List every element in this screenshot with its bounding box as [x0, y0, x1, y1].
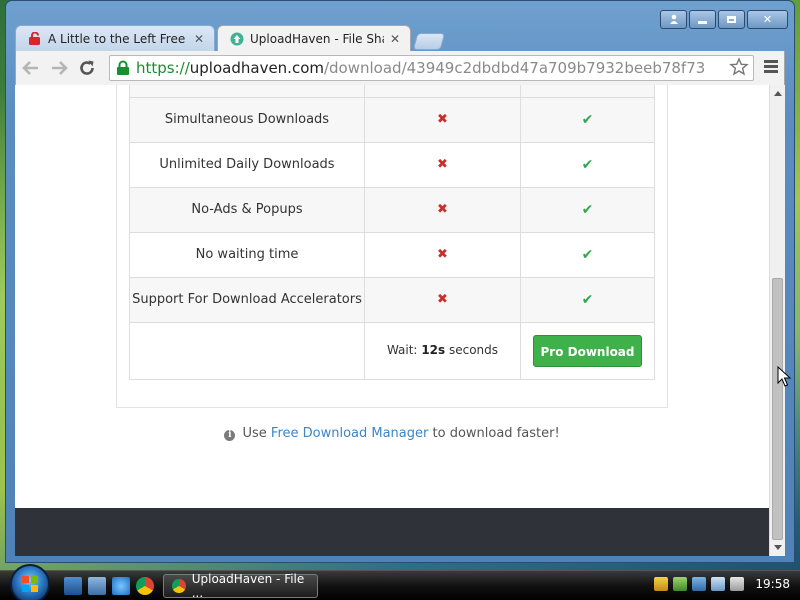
show-desktop-icon[interactable]: [64, 577, 82, 595]
cross-icon: ✖: [437, 157, 448, 172]
chrome-icon[interactable]: [136, 577, 154, 595]
feature-label: Simultaneous Downloads: [129, 96, 365, 143]
quick-launch: [64, 577, 154, 595]
tab-close-icon[interactable]: ✕: [390, 32, 400, 46]
menu-hamburger-icon[interactable]: [764, 60, 778, 75]
free-download-manager-link[interactable]: Free Download Manager: [271, 426, 428, 441]
uploadhaven-favicon-icon: [230, 32, 244, 45]
check-icon: ✔: [581, 111, 594, 128]
mouse-cursor-icon: [777, 366, 791, 387]
info-icon: i: [224, 430, 236, 441]
table-row: Support For Download Accelerators ✖ ✔: [129, 276, 655, 323]
feature-label: No waiting time: [129, 231, 365, 278]
check-icon: ✔: [581, 291, 594, 308]
maximize-icon: [727, 16, 736, 23]
red-lock-favicon-icon: [29, 32, 40, 45]
url-path: /download/43949c2dbdbd47a709b7932beeb78f…: [323, 59, 706, 77]
cross-icon: ✖: [437, 292, 448, 307]
check-icon: ✔: [581, 201, 594, 218]
wait-suffix: seconds: [448, 343, 499, 357]
feature-label: No-Ads & Popups: [129, 186, 365, 233]
scroll-down-arrow-icon[interactable]: [774, 545, 782, 550]
reload-icon: [80, 60, 94, 75]
back-arrow-icon: [22, 61, 38, 75]
table-row: No waiting time ✖ ✔: [129, 231, 655, 278]
person-icon: [669, 14, 678, 24]
chrome-icon: [172, 579, 186, 593]
scroll-up-arrow-icon[interactable]: [774, 91, 782, 96]
window-controls: ✕: [660, 10, 788, 29]
table-row: Wait: 12s seconds Pro Download: [129, 321, 655, 380]
feature-label: Support For Download Accelerators: [129, 276, 365, 323]
bookmark-star-icon[interactable]: [729, 57, 749, 77]
table-row: Unlimited Daily Downloads ✖ ✔: [129, 141, 655, 188]
cross-icon: ✖: [437, 112, 448, 127]
defender-icon[interactable]: [673, 577, 688, 591]
page-content: Simultaneous Downloads ✖ ✔ Unlimited Dai…: [15, 85, 769, 556]
start-button[interactable]: [10, 564, 50, 600]
close-icon: ✕: [762, 13, 773, 26]
tab-title: A Little to the Left Free Do: [48, 31, 188, 46]
wait-seconds-value: 12s: [421, 343, 446, 357]
minimize-button[interactable]: [689, 10, 716, 29]
vertical-scrollbar[interactable]: [769, 85, 785, 556]
browser-toolbar: https://uploadhaven.com/download/43949c2…: [15, 51, 785, 85]
wait-timer: Wait: 12s seconds: [364, 321, 521, 380]
page-footer: [15, 508, 769, 556]
table-row: No-Ads & Popups ✖ ✔: [129, 186, 655, 233]
tip-prefix: Use: [242, 426, 267, 441]
feature-label: Unlimited Daily Downloads: [129, 141, 365, 188]
cross-icon: ✖: [437, 247, 448, 262]
tab-close-icon[interactable]: ✕: [194, 32, 204, 46]
windows-taskbar: UploadHaven - File ... 19:58: [0, 564, 800, 600]
maximize-button[interactable]: [718, 10, 745, 29]
security-shield-icon[interactable]: [654, 577, 669, 591]
close-window-button[interactable]: ✕: [747, 10, 788, 29]
tab-active[interactable]: UploadHaven - File Sharin ✕: [217, 25, 411, 51]
check-icon: ✔: [581, 156, 594, 173]
system-tray: 19:58: [654, 577, 790, 591]
minimize-icon: [698, 20, 707, 24]
profile-button[interactable]: [660, 10, 687, 29]
forward-button[interactable]: [46, 55, 72, 81]
table-row: [129, 85, 655, 98]
clock[interactable]: 19:58: [755, 577, 790, 591]
taskbar-chrome-window[interactable]: UploadHaven - File ...: [163, 572, 318, 600]
pro-download-button[interactable]: Pro Download: [533, 334, 642, 367]
cross-icon: ✖: [437, 202, 448, 217]
taskbar-window-title: UploadHaven - File ...: [191, 572, 305, 600]
download-tip: i Use Free Download Manager to download …: [15, 426, 769, 441]
url-scheme: https://: [136, 59, 190, 77]
windows-logo-icon: [22, 576, 38, 592]
url-host: uploadhaven.com: [189, 59, 324, 77]
tab-inactive[interactable]: A Little to the Left Free Do ✕: [15, 25, 215, 51]
update-icon[interactable]: [692, 577, 707, 591]
tab-title: UploadHaven - File Sharin: [250, 31, 384, 46]
table-row: Simultaneous Downloads ✖ ✔: [129, 96, 655, 143]
forward-arrow-icon: [52, 61, 68, 75]
switch-windows-icon[interactable]: [88, 577, 106, 595]
wait-prefix: Wait:: [386, 343, 418, 357]
internet-explorer-icon[interactable]: [112, 577, 130, 595]
new-tab-button[interactable]: [412, 33, 446, 50]
scrollbar-thumb[interactable]: [772, 278, 783, 540]
check-icon: ✔: [581, 246, 594, 263]
address-bar[interactable]: https://uploadhaven.com/download/43949c2…: [109, 55, 754, 81]
volume-muted-icon[interactable]: [730, 577, 745, 591]
network-icon[interactable]: [711, 577, 726, 591]
features-comparison-table: Simultaneous Downloads ✖ ✔ Unlimited Dai…: [129, 85, 655, 380]
back-button[interactable]: [18, 55, 44, 81]
secure-lock-icon: [117, 60, 129, 75]
tip-suffix: to download faster!: [432, 426, 560, 441]
reload-button[interactable]: [74, 55, 100, 81]
